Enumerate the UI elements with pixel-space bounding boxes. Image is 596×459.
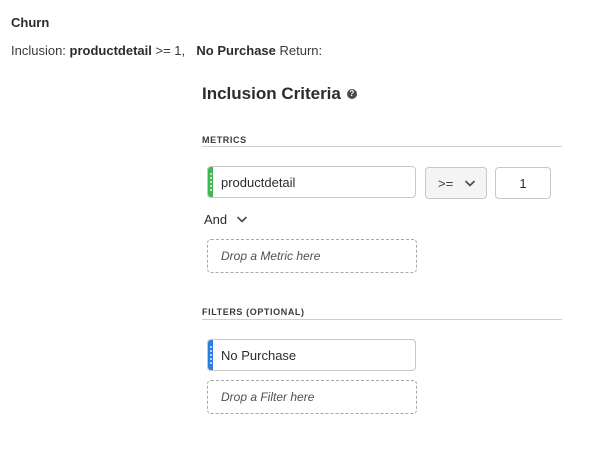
chevron-down-icon	[465, 180, 475, 186]
filters-divider	[202, 319, 562, 320]
filter-dropzone[interactable]: Drop a Filter here	[207, 380, 417, 414]
metric-dropzone-placeholder: Drop a Metric here	[221, 249, 321, 263]
help-circle-icon[interactable]: ?	[346, 89, 357, 99]
filter-pill-no-purchase[interactable]: No Purchase	[207, 339, 416, 371]
metric-pill-label: productdetail	[221, 174, 296, 190]
summary-condition: >= 1,	[155, 43, 186, 58]
operator-dropdown[interactable]: >=	[425, 167, 487, 199]
segment-title: Churn	[11, 15, 50, 30]
summary-metric-name: productdetail	[69, 43, 152, 58]
filter-dropzone-placeholder: Drop a Filter here	[221, 390, 315, 404]
filter-pill-label: No Purchase	[221, 347, 297, 363]
combinator-label: And	[204, 212, 228, 227]
metric-value-input[interactable]	[495, 167, 551, 199]
summary-inclusion-label: Inclusion:	[11, 43, 66, 58]
inclusion-criteria-title: Inclusion Criteria	[202, 84, 341, 103]
chevron-down-icon	[237, 216, 247, 223]
metrics-divider	[202, 146, 562, 147]
segment-summary: Inclusion: productdetail >= 1, No Purcha…	[11, 43, 322, 58]
inclusion-criteria-heading: Inclusion Criteria ?	[202, 84, 357, 104]
operator-value: >=	[438, 175, 454, 191]
summary-return-label: Return:	[279, 43, 323, 58]
summary-filter-name: No Purchase	[196, 43, 276, 58]
combinator-dropdown[interactable]: And	[204, 212, 247, 227]
filters-section-label: FILTERS (OPTIONAL)	[202, 307, 305, 317]
metric-dropzone[interactable]: Drop a Metric here	[207, 239, 417, 273]
metrics-section-label: METRICS	[202, 135, 247, 145]
metric-pill-productdetail[interactable]: productdetail	[207, 166, 416, 198]
